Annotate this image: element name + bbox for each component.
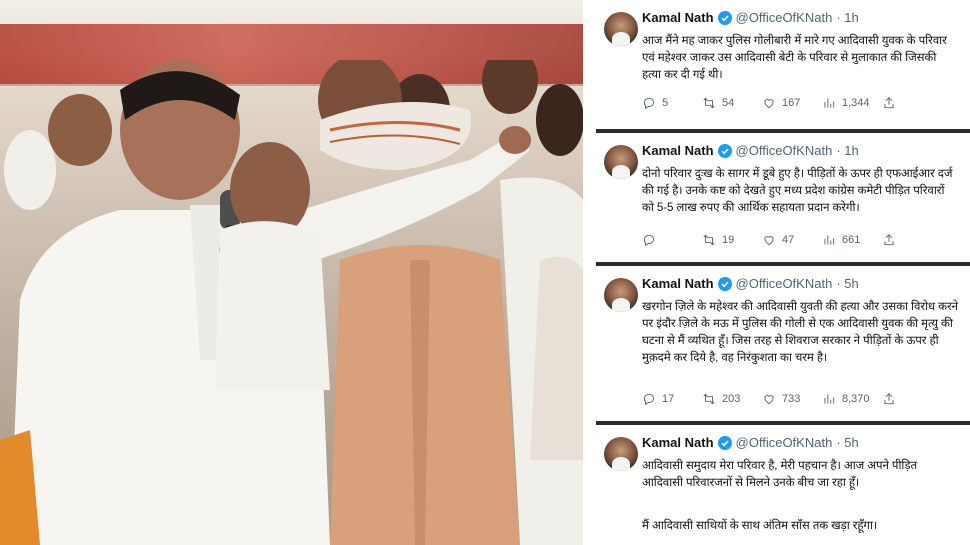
heart-icon: [764, 99, 774, 109]
reply-icon: [643, 97, 655, 110]
views-button[interactable]: 8,370: [822, 392, 882, 406]
share-button[interactable]: [882, 392, 942, 406]
reply-button[interactable]: 17: [642, 392, 702, 406]
tweet-time[interactable]: · 5h: [836, 435, 858, 450]
retweet-button[interactable]: 54: [702, 96, 762, 110]
tweets-panel: Kamal Nath @OfficeOfKNath · 1h आज मैंने …: [590, 0, 970, 545]
share-icon: [884, 234, 894, 246]
share-icon: [884, 97, 894, 109]
retweet-button[interactable]: 19: [702, 233, 762, 247]
avatar[interactable]: [604, 437, 638, 471]
like-button[interactable]: 47: [762, 233, 822, 247]
reply-button[interactable]: 5: [642, 96, 702, 110]
author-name[interactable]: Kamal Nath: [642, 435, 714, 450]
crowd-scene: [0, 60, 583, 545]
author-handle[interactable]: @OfficeOfKNath: [736, 435, 833, 450]
reply-icon: [643, 234, 655, 247]
tweet-time[interactable]: · 5h: [836, 276, 858, 291]
share-icon: [884, 393, 894, 405]
tweet-4[interactable]: Kamal Nath @OfficeOfKNath · 5h आदिवासी स…: [596, 425, 970, 545]
retweet-icon: [703, 97, 715, 109]
tweet-text: खरगोन ज़िले के महेश्वर की आदिवासी युवती …: [642, 300, 958, 364]
retweet-icon: [703, 234, 715, 246]
tweet-3[interactable]: Kamal Nath @OfficeOfKNath · 5h खरगोन ज़ि…: [596, 266, 970, 420]
heart-icon: [764, 236, 774, 246]
views-button[interactable]: 1,344: [822, 96, 882, 110]
tweet-text: आज मैंने मह जाकर पुलिस गोलीबारी में मारे…: [642, 34, 947, 81]
verified-badge-icon: [717, 276, 732, 291]
tweet-header: Kamal Nath @OfficeOfKNath · 5h: [642, 435, 859, 450]
share-button[interactable]: [882, 96, 942, 110]
tweet-actions: 19 47 661: [642, 233, 942, 247]
tweet-header: Kamal Nath @OfficeOfKNath · 5h: [642, 276, 859, 291]
tweet-actions: 17 203 733 8,370: [642, 392, 942, 406]
author-handle[interactable]: @OfficeOfKNath: [736, 10, 833, 25]
tweet-text-2: मैं आदिवासी साथियों के साथ अंतिम साँस तक…: [642, 519, 878, 532]
tweet-text: दोनो परिवार दुःख के सागर में डूबे हुए है…: [642, 167, 953, 214]
share-button[interactable]: [882, 233, 942, 247]
avatar[interactable]: [604, 278, 638, 312]
tweet-1[interactable]: Kamal Nath @OfficeOfKNath · 1h आज मैंने …: [596, 0, 970, 130]
author-name[interactable]: Kamal Nath: [642, 276, 714, 291]
tweet-actions: 5 54 167 1,344: [642, 96, 942, 110]
author-name[interactable]: Kamal Nath: [642, 143, 714, 158]
avatar[interactable]: [604, 145, 638, 179]
verified-badge-icon: [717, 143, 732, 158]
tweet-time[interactable]: · 1h: [836, 10, 858, 25]
like-button[interactable]: 167: [762, 96, 822, 110]
rally-photo: [0, 0, 583, 545]
avatar[interactable]: [604, 12, 638, 46]
verified-badge-icon: [717, 435, 732, 450]
reply-button[interactable]: [642, 233, 702, 247]
author-handle[interactable]: @OfficeOfKNath: [736, 276, 833, 291]
reply-icon: [643, 393, 655, 406]
heart-icon: [764, 395, 774, 405]
tweet-header: Kamal Nath @OfficeOfKNath · 1h: [642, 10, 859, 25]
views-chart-icon: [824, 394, 835, 404]
views-chart-icon: [824, 98, 835, 108]
author-name[interactable]: Kamal Nath: [642, 10, 714, 25]
retweet-button[interactable]: 203: [702, 392, 762, 406]
like-button[interactable]: 733: [762, 392, 822, 406]
tweet-2[interactable]: Kamal Nath @OfficeOfKNath · 1h दोनो परिव…: [596, 133, 970, 263]
retweet-icon: [703, 393, 715, 405]
views-button[interactable]: 661: [822, 233, 882, 247]
tweet-time[interactable]: · 1h: [836, 143, 858, 158]
views-chart-icon: [824, 235, 835, 245]
author-handle[interactable]: @OfficeOfKNath: [736, 143, 833, 158]
tweet-text: आदिवासी समुदाय मेरा परिवार है, मेरी पहचा…: [642, 459, 918, 489]
verified-badge-icon: [717, 10, 732, 25]
tweet-header: Kamal Nath @OfficeOfKNath · 1h: [642, 143, 859, 158]
